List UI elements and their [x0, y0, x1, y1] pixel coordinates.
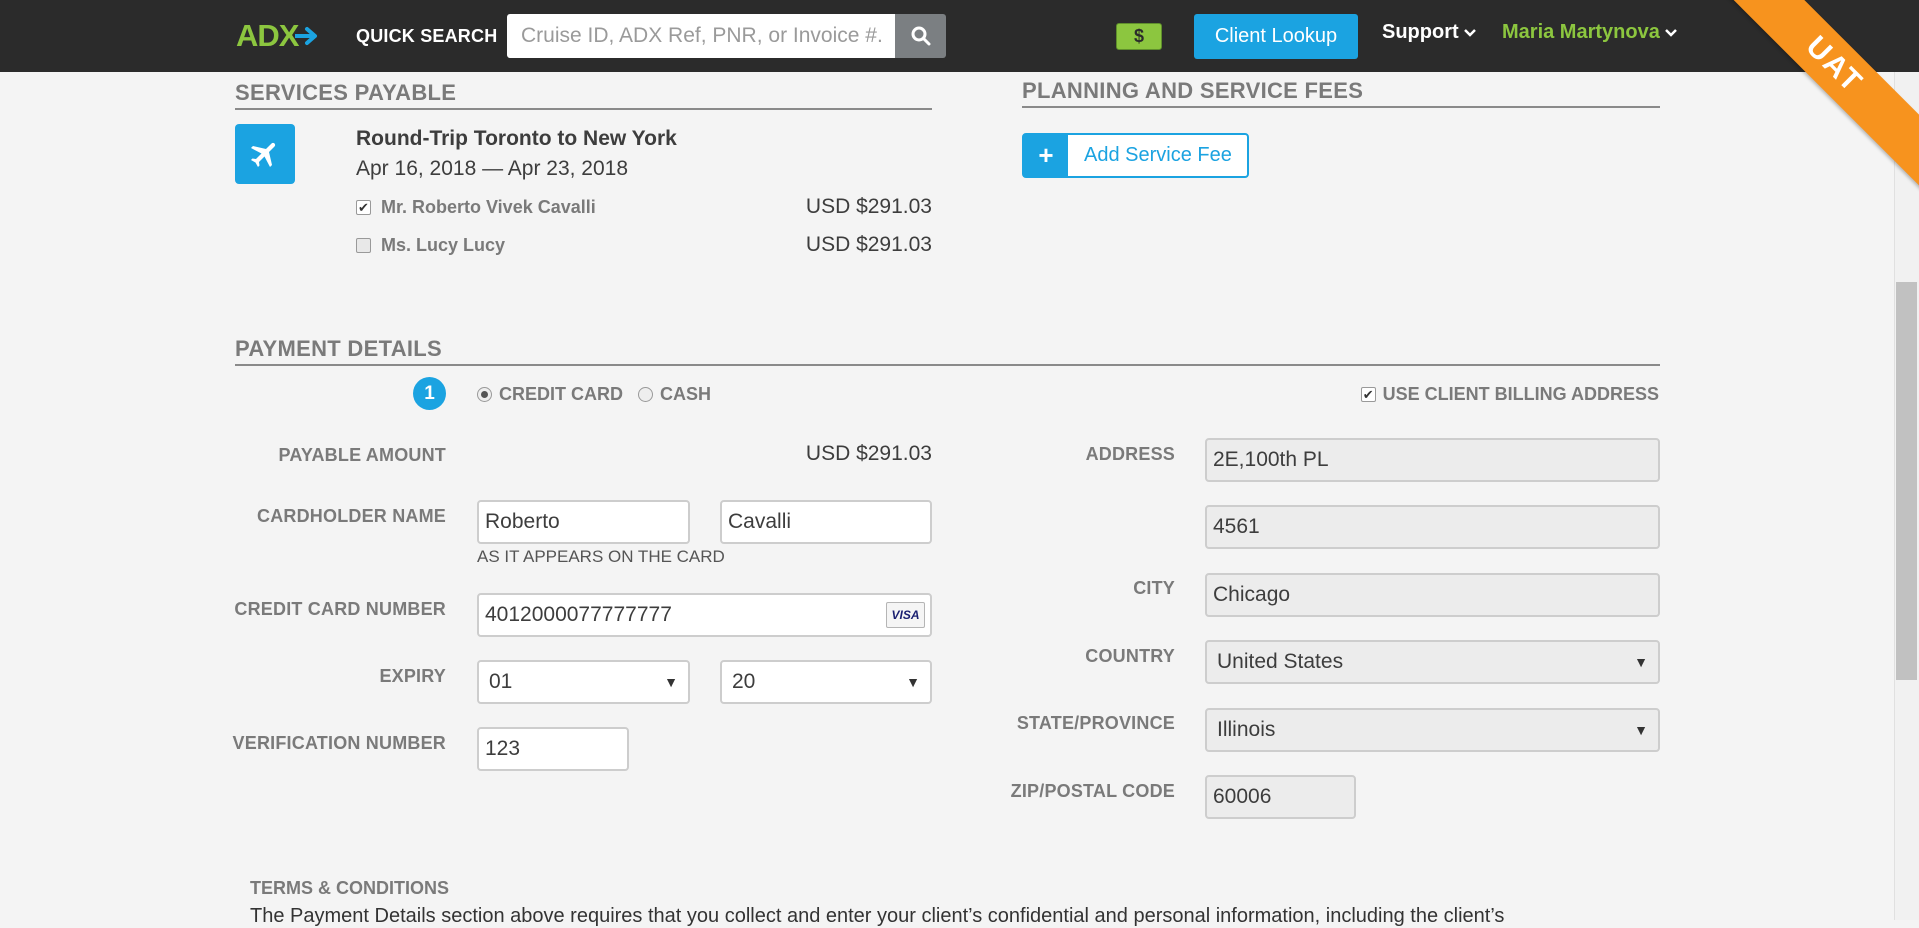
caret-down-icon: ▼ [664, 674, 678, 690]
chevron-down-icon [1463, 28, 1476, 37]
flight-tile [235, 124, 295, 184]
trip-title: Round-Trip Toronto to New York [356, 127, 677, 150]
terms-heading: TERMS & CONDITIONS [250, 878, 450, 898]
top-navigation-bar: ADX QUICK SEARCH $ Client Lookup Support… [0, 0, 1919, 72]
caret-down-icon: ▼ [906, 674, 920, 690]
client-lookup-button[interactable]: Client Lookup [1194, 14, 1358, 59]
cardholder-hint: AS IT APPEARS ON THE CARD [477, 547, 725, 566]
cardholder-first-name-input[interactable]: Roberto [477, 500, 690, 544]
passenger-amount: USD $291.03 [805, 233, 932, 256]
adx-logo[interactable]: ADX [236, 18, 321, 54]
airplane-icon [250, 142, 276, 168]
trip-dates: Apr 16, 2018 — Apr 23, 2018 [356, 157, 629, 180]
credit-card-number-input[interactable]: 4012000077777777 VISA [477, 593, 932, 637]
cardholder-name-label: CARDHOLDER NAME [257, 506, 446, 526]
expiry-year-select[interactable]: 20 ▼ [720, 660, 932, 704]
caret-down-icon: ▼ [1634, 722, 1648, 738]
scrollbar-thumb[interactable] [1896, 282, 1917, 680]
wallet-button[interactable]: $ [1116, 23, 1162, 50]
add-service-fee-label: Add Service Fee [1084, 144, 1232, 166]
search-icon [911, 26, 930, 46]
payable-amount-value: USD $291.03 [805, 442, 932, 465]
cash-option[interactable]: CASH [638, 384, 711, 405]
caret-down-icon: ▼ [1634, 654, 1648, 670]
passenger-name: Mr. Roberto Vivek Cavalli [381, 196, 596, 217]
search-button[interactable] [895, 14, 946, 58]
passenger-name: Ms. Lucy Lucy [381, 234, 506, 255]
service-fees-heading: PLANNING AND SERVICE FEES [1022, 78, 1660, 108]
support-label: Support [1382, 21, 1459, 43]
user-menu[interactable]: Maria Martynova [1502, 21, 1678, 44]
logo-text: ADX [236, 18, 299, 53]
support-menu[interactable]: Support [1382, 21, 1477, 44]
chevron-down-icon [1664, 28, 1677, 37]
verification-number-label: VERIFICATION NUMBER [232, 733, 446, 753]
address-line2-input[interactable]: 4561 [1205, 505, 1660, 549]
credit-card-radio[interactable] [477, 387, 492, 402]
state-province-value: Illinois [1217, 718, 1276, 741]
terms-text: The Payment Details section above requir… [250, 905, 1505, 927]
add-service-fee-button[interactable]: + Add Service Fee [1022, 133, 1249, 178]
logo-arrow-icon [295, 27, 318, 45]
country-label: COUNTRY [1085, 646, 1175, 666]
city-label: CITY [1133, 578, 1175, 598]
payable-amount-label: PAYABLE AMOUNT [278, 445, 446, 465]
use-billing-label: USE CLIENT BILLING ADDRESS [1382, 384, 1659, 404]
cardholder-last-name-input[interactable]: Cavalli [720, 500, 932, 544]
passenger-amount: USD $291.03 [805, 195, 932, 218]
passenger-row: ✔ Mr. Roberto Vivek Cavalli USD $291.03 [356, 194, 932, 220]
expiry-month-select[interactable]: 01 ▼ [477, 660, 690, 704]
address-line1-input[interactable]: 2E,100th PL [1205, 438, 1660, 482]
use-billing-checkbox[interactable]: ✔ [1360, 387, 1376, 402]
step-badge: 1 [413, 377, 446, 410]
payment-details-heading: PAYMENT DETAILS [235, 336, 1660, 366]
passenger-checkbox[interactable] [356, 237, 371, 253]
quick-search-input[interactable] [507, 14, 895, 58]
credit-card-number-label: CREDIT CARD NUMBER [234, 599, 446, 619]
visa-card-icon: VISA [886, 602, 925, 628]
cash-radio[interactable] [638, 387, 653, 402]
zip-code-label: ZIP/POSTAL CODE [1010, 781, 1175, 801]
expiry-year-value: 20 [732, 670, 756, 693]
expiry-label: EXPIRY [379, 666, 446, 686]
cash-label: CASH [660, 384, 712, 404]
state-province-label: STATE/PROVINCE [1016, 713, 1175, 733]
quick-search-label: QUICK SEARCH [356, 26, 498, 46]
user-name: Maria Martynova [1502, 21, 1660, 43]
country-select[interactable]: United States ▼ [1205, 640, 1660, 684]
credit-card-label: CREDIT CARD [499, 384, 623, 404]
credit-card-number-value: 4012000077777777 [485, 603, 672, 626]
zip-code-input[interactable]: 60006 [1205, 775, 1356, 819]
plus-icon: + [1024, 135, 1068, 176]
passenger-checkbox[interactable]: ✔ [356, 199, 371, 215]
services-payable-heading: SERVICES PAYABLE [235, 80, 932, 110]
city-input[interactable]: Chicago [1205, 573, 1660, 617]
state-province-select[interactable]: Illinois ▼ [1205, 708, 1660, 752]
credit-card-option[interactable]: CREDIT CARD [477, 384, 623, 405]
expiry-month-value: 01 [489, 670, 513, 693]
passenger-row: Ms. Lucy Lucy USD $291.03 [356, 232, 932, 258]
use-billing-address-option[interactable]: ✔ USE CLIENT BILLING ADDRESS [1360, 384, 1659, 405]
address-label: ADDRESS [1085, 444, 1175, 464]
country-value: United States [1217, 650, 1344, 673]
verification-number-input[interactable]: 123 [477, 727, 629, 771]
